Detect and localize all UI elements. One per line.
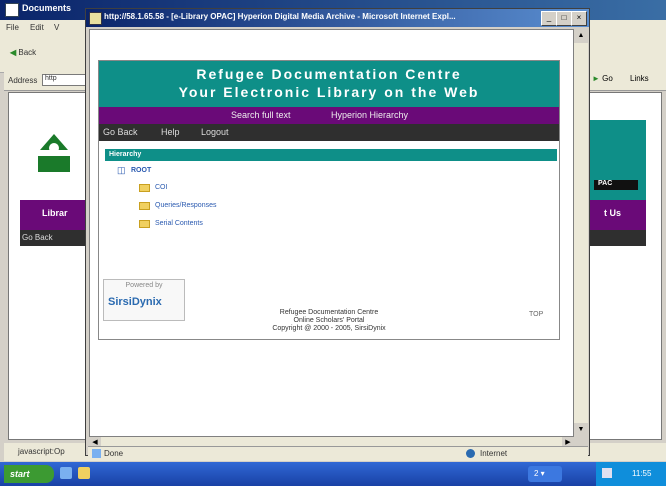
hierarchy-folder-queries[interactable]: Queries/Responses	[155, 202, 216, 209]
ie-page-icon	[89, 12, 102, 25]
internet-zone-icon	[466, 449, 475, 458]
ie-icon	[5, 3, 19, 17]
site-banner: Refugee Documentation Centre Your Electr…	[99, 61, 559, 107]
opac-page: Refugee Documentation Centre Your Electr…	[98, 60, 560, 340]
library-label[interactable]: Librar	[42, 208, 68, 218]
opac-badge-text: PAC	[598, 180, 613, 187]
links-button[interactable]: Links	[630, 74, 649, 83]
background-status-text: javascript:Op	[18, 447, 65, 456]
footer-line-1: Refugee Documentation Centre	[279, 309, 379, 316]
search-full-text-link[interactable]: Search full text	[231, 110, 291, 120]
go-label: Go	[602, 74, 613, 83]
library-logo-icon	[38, 134, 70, 172]
hyperion-hierarchy-link[interactable]: Hyperion Hierarchy	[331, 110, 408, 120]
banner-subtitle: Your Electronic Library on the Web	[178, 84, 480, 100]
background-nav-right: t Us	[590, 200, 646, 230]
maximize-button[interactable]: □	[556, 11, 572, 26]
page-toolbar: Go Back Help Logout	[99, 124, 559, 141]
hierarchy-header: Hierarchy	[105, 149, 557, 161]
taskbar: start 2 ▾ 11:55	[0, 462, 666, 486]
system-tray: 11:55	[596, 462, 666, 486]
go-button[interactable]: ► Go	[592, 74, 613, 83]
background-nav-left: Librar	[20, 200, 88, 230]
hierarchy-folder-serial[interactable]: Serial Contents	[155, 220, 203, 227]
menu-view[interactable]: V	[54, 23, 59, 32]
background-window-title: Documents	[22, 3, 72, 13]
background-go-back-link[interactable]: Go Back	[22, 233, 53, 242]
internet-zone-label: Internet	[480, 449, 508, 458]
quicklaunch-ie-icon[interactable]	[60, 467, 72, 479]
back-arrow-icon: ◀	[10, 48, 17, 57]
hierarchy-root-icon: ◫	[117, 165, 126, 175]
popup-window: http://58.1.65.58 - [e-Library OPAC] Hyp…	[85, 8, 590, 456]
popup-title: http://58.1.65.58 - [e-Library OPAC] Hyp…	[104, 12, 456, 21]
vertical-scrollbar[interactable]: ▲ ▼	[574, 29, 588, 437]
popup-titlebar[interactable]: http://58.1.65.58 - [e-Library OPAC] Hyp…	[86, 9, 589, 27]
nav-bar: Search full text Hyperion Hierarchy	[99, 107, 559, 124]
footer-line-3: Copyright @ 2000 - 2005, SirsiDynix	[272, 325, 386, 332]
menu-file[interactable]: File	[6, 23, 19, 32]
status-done-text: Done	[104, 449, 124, 458]
help-link[interactable]: Help	[161, 127, 180, 137]
folder-icon	[139, 220, 150, 228]
go-back-link[interactable]: Go Back	[103, 127, 138, 137]
popup-content: Refugee Documentation Centre Your Electr…	[89, 29, 574, 437]
hierarchy-folder-coi[interactable]: COI	[155, 184, 167, 191]
background-back-label: Back	[18, 48, 37, 57]
background-toolbar-right	[590, 230, 646, 246]
opac-badge: PAC	[594, 180, 638, 190]
logout-link[interactable]: Logout	[201, 127, 229, 137]
top-link[interactable]: TOP	[529, 311, 543, 318]
background-toolbar-left: Go Back	[20, 230, 88, 246]
folder-icon	[139, 202, 150, 210]
folder-icon	[139, 184, 150, 192]
powered-by-badge[interactable]: Powered by SirsiDynix	[103, 279, 185, 321]
background-back-button[interactable]: ◀ Back	[10, 48, 36, 57]
scroll-down-icon[interactable]: ▼	[574, 423, 588, 437]
taskbar-ie-button[interactable]: 2 ▾	[528, 466, 562, 482]
popup-status-bar: Done Internet	[88, 446, 588, 461]
scroll-up-icon[interactable]: ▲	[574, 29, 588, 43]
footer-line-2: Online Scholars' Portal	[293, 317, 365, 324]
library-logo	[20, 120, 88, 200]
go-arrow-icon: ►	[592, 74, 600, 83]
powered-by-label: Powered by	[125, 282, 163, 289]
minimize-button[interactable]: _	[541, 11, 557, 26]
sirsidynix-logo: SirsiDynix	[108, 296, 162, 308]
page-footer: Refugee Documentation Centre Online Scho…	[229, 309, 429, 333]
tray-icon[interactable]	[602, 468, 612, 478]
start-button[interactable]: start	[4, 465, 54, 483]
close-button[interactable]: ×	[571, 11, 587, 26]
address-label: Address	[8, 76, 38, 85]
status-done-icon	[92, 449, 101, 458]
menu-edit[interactable]: Edit	[30, 23, 44, 32]
clock: 11:55	[632, 469, 652, 478]
banner-title: Refugee Documentation Centre	[196, 66, 462, 82]
contact-us-label[interactable]: t Us	[604, 208, 621, 218]
quicklaunch-folder-icon[interactable]	[78, 467, 90, 479]
hierarchy-root[interactable]: ROOT	[131, 167, 151, 174]
